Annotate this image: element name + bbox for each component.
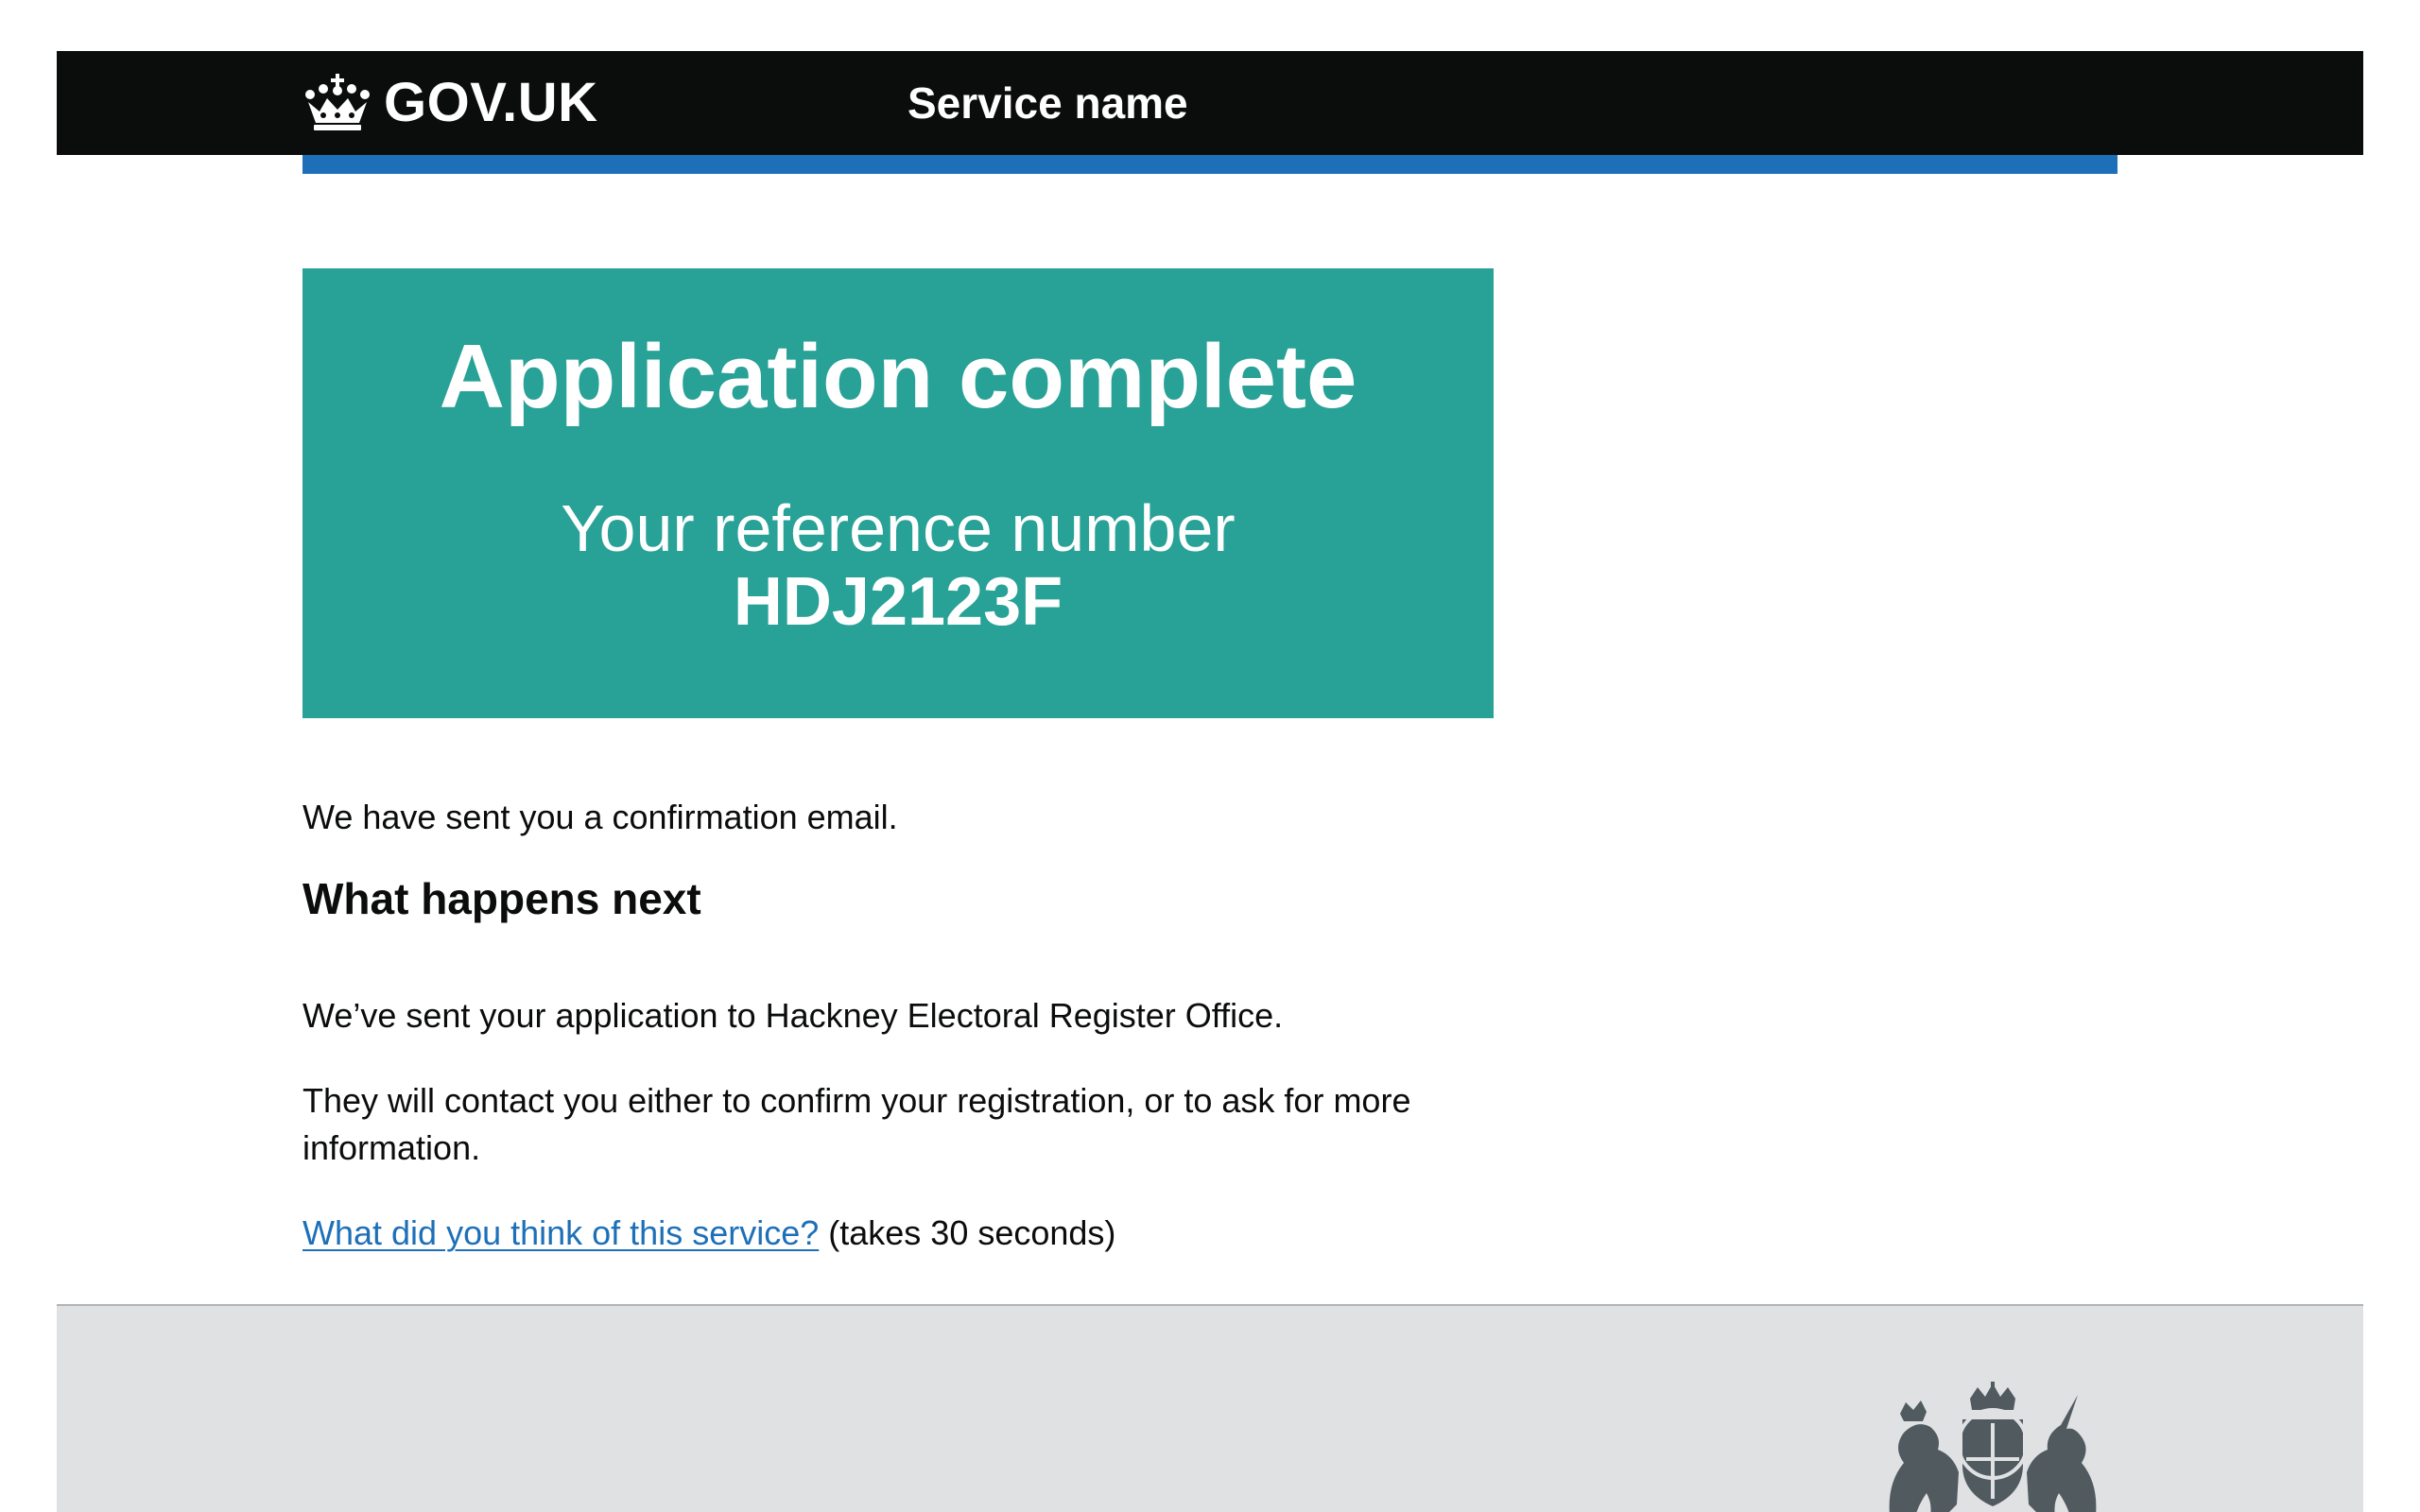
- what-happens-next-heading: What happens next: [302, 874, 701, 923]
- crown-icon: [305, 74, 370, 130]
- panel-body: Your reference number HDJ2123F: [302, 491, 1494, 639]
- panel-title: Application complete: [439, 326, 1357, 427]
- govuk-header: GOV.UK Service name: [57, 51, 2363, 155]
- sent-application-text: We’ve sent your application to Hackney E…: [302, 996, 1284, 1035]
- govuk-logo-link[interactable]: GOV.UK: [302, 68, 597, 136]
- contact-text: They will contact you either to confirm …: [302, 1081, 1411, 1167]
- royal-coat-of-arms-icon: [1889, 1382, 2097, 1512]
- reference-number: HDJ2123F: [733, 564, 1063, 640]
- govuk-footer: [57, 1304, 2363, 1512]
- confirmation-email-text: We have sent you a confirmation email.: [302, 798, 898, 836]
- page: GOV.UK Service name Application complete…: [57, 51, 2363, 1512]
- reference-label: Your reference number: [561, 491, 1236, 565]
- feedback-suffix: (takes 30 seconds): [819, 1213, 1116, 1252]
- govuk-logo-text: GOV.UK: [384, 71, 598, 133]
- service-name-link[interactable]: Service name: [908, 72, 1188, 134]
- feedback-paragraph: What did you think of this service? (tak…: [302, 1210, 1115, 1257]
- header-blue-underline: [302, 155, 2118, 174]
- feedback-link[interactable]: What did you think of this service?: [302, 1213, 819, 1252]
- confirmation-panel: Application complete Your reference numb…: [302, 268, 1494, 718]
